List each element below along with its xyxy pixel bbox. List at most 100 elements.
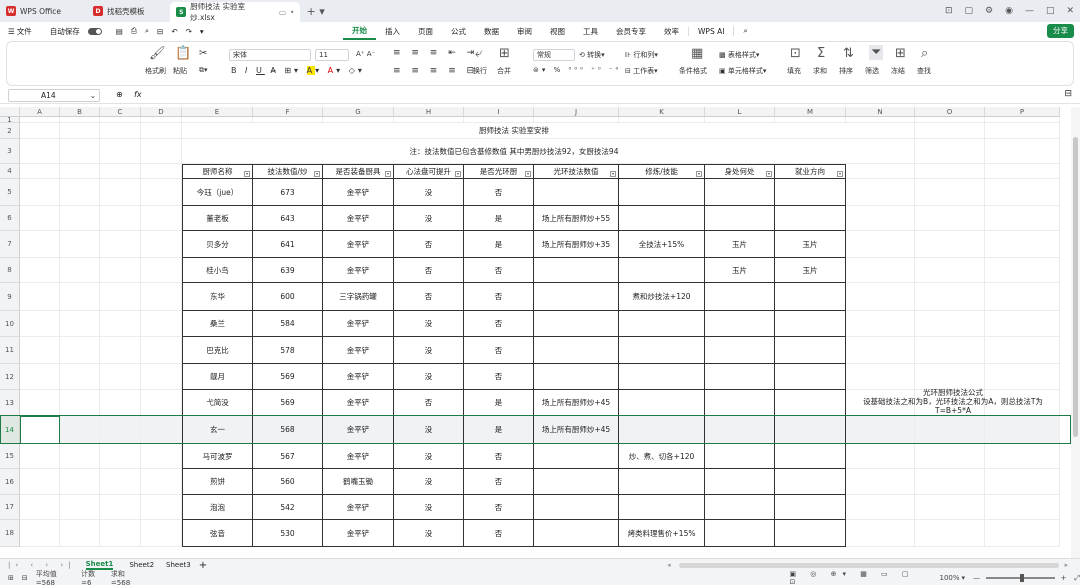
grid-cell[interactable] (20, 164, 60, 179)
grid-cell[interactable] (985, 258, 1060, 283)
grid-cell[interactable] (915, 495, 985, 520)
find-button[interactable]: 查找 (917, 66, 931, 76)
grid-cell[interactable] (20, 311, 60, 337)
sheet-nav-icons[interactable]: |‹ ‹ › ›| (8, 561, 76, 569)
table-cell[interactable]: 弦音 (182, 520, 253, 547)
preview-icon[interactable]: ⌕ (145, 26, 149, 36)
menu-tab-wps-ai[interactable]: WPS AI (688, 26, 733, 36)
maximize-button[interactable]: □ (1046, 6, 1055, 16)
table-cell[interactable] (705, 311, 775, 337)
grid-cell[interactable] (985, 139, 1060, 164)
grid-cell[interactable] (100, 337, 141, 364)
row-header-16[interactable]: 16 (0, 469, 20, 495)
grid-cell[interactable] (100, 206, 141, 231)
grid-cell[interactable] (141, 258, 182, 283)
table-cell[interactable]: 玉片 (705, 231, 775, 258)
grid-cell[interactable] (20, 283, 60, 311)
table-cell[interactable] (705, 206, 775, 231)
macro-icon[interactable]: ⊞ (8, 574, 14, 582)
grid-cell[interactable] (985, 231, 1060, 258)
table-cell[interactable] (775, 520, 846, 547)
grid-cell[interactable] (915, 231, 985, 258)
grid-cell[interactable] (100, 164, 141, 179)
table-cell[interactable]: 643 (253, 206, 323, 231)
table-cell[interactable]: 金平铲 (323, 206, 394, 231)
row-header-18[interactable]: 18 (0, 520, 20, 547)
number-icons[interactable]: ⊜▾ % ⁰⁰⁰ ⁺⁰ ⁻⁰ (533, 66, 621, 74)
grid-cell[interactable] (985, 444, 1060, 469)
table-cell[interactable] (705, 283, 775, 311)
share-button[interactable]: 分享 (1047, 24, 1074, 38)
wrap-button[interactable]: 换行 (473, 66, 487, 76)
zoom-slider[interactable] (986, 574, 1055, 582)
spreadsheet-grid[interactable]: A B C D E F G H I J K L M N O P 1 2 3 4 5 6 7 8 9 10 11 12 13 14 15 16 1… (0, 107, 1071, 558)
save-icon[interactable]: ▤ (116, 27, 123, 36)
table-cell[interactable] (619, 469, 705, 495)
grid-cell[interactable] (100, 179, 141, 206)
table-cell[interactable]: 金平铲 (323, 390, 394, 416)
grid-cell[interactable] (141, 390, 182, 416)
grid-cell[interactable] (846, 123, 915, 139)
table-cell[interactable]: 没 (394, 311, 464, 337)
grid-cell[interactable] (141, 337, 182, 364)
grid-cell[interactable] (141, 139, 182, 164)
table-cell[interactable]: 673 (253, 179, 323, 206)
table-cell[interactable] (534, 337, 619, 364)
table-cell[interactable]: 是 (464, 390, 534, 416)
more-icon[interactable]: ▾ (200, 27, 204, 36)
table-cell[interactable] (775, 444, 846, 469)
table-cell[interactable]: 金平铲 (323, 337, 394, 364)
table-cell[interactable]: 530 (253, 520, 323, 547)
table-cell[interactable] (705, 469, 775, 495)
table-cell[interactable]: 否 (464, 469, 534, 495)
table-cell[interactable]: 马可波罗 (182, 444, 253, 469)
table-cell[interactable]: 煎饼 (182, 469, 253, 495)
filter-dropdown-icon[interactable]: ▾ (455, 171, 461, 177)
cond-format-button[interactable]: 条件格式 (679, 66, 707, 76)
merge-button[interactable]: 合并 (497, 66, 511, 76)
find-icon[interactable]: ⌕ (921, 46, 928, 61)
align-top-icons[interactable]: ≡ ≡ ≡ ⇤ ⇥ (393, 48, 478, 58)
grid-cell[interactable] (100, 469, 141, 495)
undo-icon[interactable]: ↶ (171, 27, 177, 36)
hscroll-left-icon[interactable]: ◂ (667, 561, 671, 569)
grid-cell[interactable] (141, 123, 182, 139)
table-cell[interactable]: 578 (253, 337, 323, 364)
column-header-D[interactable]: D (141, 107, 182, 117)
table-cell[interactable] (619, 337, 705, 364)
zoom-out-button[interactable]: — (973, 574, 980, 582)
grid-cell[interactable] (20, 364, 60, 390)
table-cell[interactable] (705, 390, 775, 416)
grid-cell[interactable] (20, 179, 60, 206)
grid-cell[interactable] (985, 520, 1060, 547)
sheet-tab-2[interactable]: Sheet2 (129, 561, 154, 569)
fill-icon[interactable]: ⊡ (790, 46, 801, 61)
table-cell[interactable]: 弋简没 (182, 390, 253, 416)
table-cell[interactable]: 煮和炒技法+120 (619, 283, 705, 311)
grid-cell[interactable] (20, 139, 60, 164)
export-icon[interactable]: ⊟ (157, 27, 163, 36)
table-cell[interactable] (775, 337, 846, 364)
grid-cell[interactable] (141, 520, 182, 547)
table-cell[interactable]: 否 (464, 311, 534, 337)
grid-cell[interactable] (846, 311, 915, 337)
table-cell[interactable]: 否 (464, 337, 534, 364)
table-cell[interactable] (619, 311, 705, 337)
align-icons[interactable]: ≡ ≡ ≡ ≡ ⊟ (393, 66, 478, 76)
menu-tab-review[interactable]: 审阅 (508, 26, 541, 37)
redo-icon[interactable]: ↷ (186, 27, 192, 36)
window-icon[interactable]: ▢ (964, 6, 973, 16)
cut-icon[interactable]: ✂ (199, 48, 207, 59)
row-header-13[interactable]: 13 (0, 390, 20, 416)
add-sheet-button[interactable]: + (199, 560, 207, 571)
filter-dropdown-icon[interactable]: ▾ (244, 171, 250, 177)
table-cell[interactable]: 否 (464, 258, 534, 283)
horizontal-scrollbar[interactable] (678, 562, 1059, 568)
grid-cell[interactable] (985, 283, 1060, 311)
grid-cell[interactable] (60, 283, 100, 311)
font-name-select[interactable]: 宋体 (229, 49, 311, 61)
row-header-4[interactable]: 4 (0, 164, 20, 179)
filter-dropdown-icon[interactable]: ▾ (610, 171, 616, 177)
paste-button[interactable]: 粘贴 (173, 66, 187, 76)
column-header-B[interactable]: B (60, 107, 100, 117)
